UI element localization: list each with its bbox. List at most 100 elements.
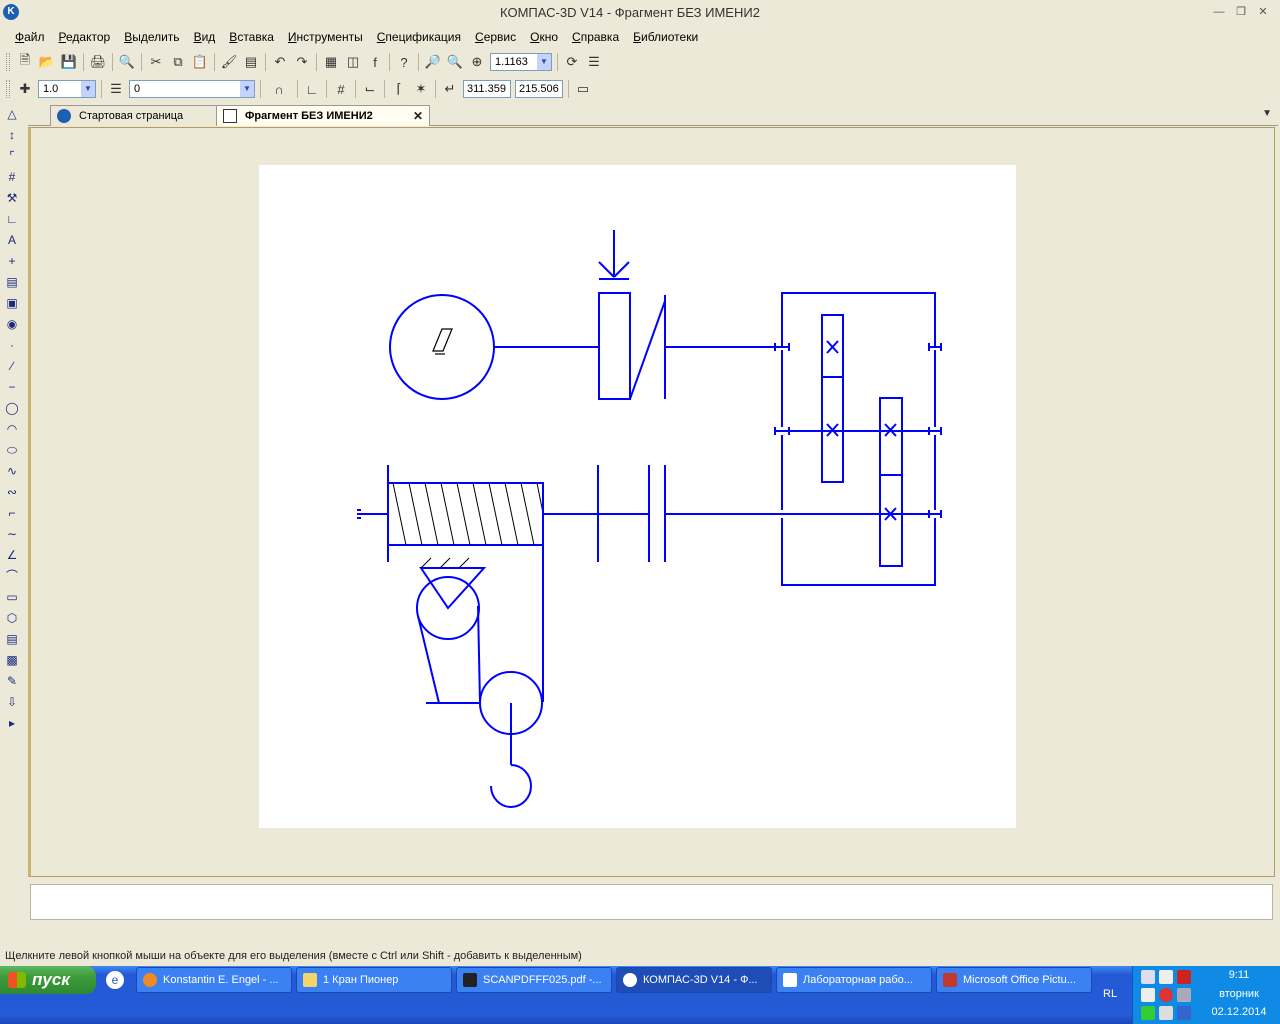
refresh-icon[interactable]: ⟳ [561,52,583,72]
snap-step-icon[interactable]: ✚ [14,79,36,99]
chevron-down-icon[interactable]: ▼ [81,81,95,97]
restore-button[interactable]: ❐ [1232,5,1250,21]
rectangle-icon[interactable]: ▭ [2,587,22,608]
close-icon[interactable]: ✕ [413,106,423,126]
start-button[interactable]: пуск [0,966,96,994]
spec-icon[interactable]: + [2,251,22,272]
language-indicator[interactable]: RL [1103,988,1117,1000]
fill-icon[interactable]: ▩ [2,650,22,671]
menu-insert[interactable]: Вставка [222,28,281,48]
nurbs-icon[interactable]: ∾ [2,482,22,503]
layers-icon[interactable]: ☰ [583,52,605,72]
snap-magnet-icon[interactable]: ∩ [264,79,294,99]
contour-icon[interactable]: ⇩ [2,692,22,713]
zoom-in-icon[interactable]: ⊕ [466,52,488,72]
help-pointer-icon[interactable]: ? [393,52,415,72]
equidistant-icon[interactable]: ✎ [2,671,22,692]
manager-icon[interactable]: ▦ [320,52,342,72]
properties-panel[interactable] [30,884,1273,920]
layer-combo[interactable]: 0 ▼ [129,80,255,98]
menu-editor[interactable]: Редактор [52,28,118,48]
drawing-canvas[interactable] [28,127,1275,877]
update-icon[interactable] [1141,1006,1155,1020]
clock-time[interactable]: 9:11 [1197,969,1280,981]
toolbar-grip[interactable] [6,53,10,71]
snap-toggle-icon[interactable]: ✶ [410,79,432,99]
chevron-down-icon[interactable]: ▼ [240,81,254,97]
tree-icon[interactable]: ◫ [342,52,364,72]
properties-icon[interactable]: ▤ [240,52,262,72]
bezier-icon[interactable]: ∼ [2,524,22,545]
insert-icon[interactable]: ▣ [2,293,22,314]
volume-icon[interactable] [1159,1006,1173,1020]
toolbar-grip[interactable] [6,80,10,98]
print-icon[interactable]: 🖨 [87,52,109,72]
menu-libraries[interactable]: Библиотеки [626,28,705,48]
drawing-sheet[interactable] [259,165,1016,828]
settings-icon[interactable] [1177,988,1191,1002]
select-icon[interactable]: A [2,230,22,251]
ortho-icon[interactable]: ∟ [301,79,323,99]
reports-icon[interactable]: ▤ [2,272,22,293]
step-combo[interactable]: 1.0 ▼ [38,80,96,98]
ie-quicklaunch-icon[interactable]: e [106,971,124,989]
expand-panel-icon[interactable]: ▸ [2,713,22,734]
arc-icon[interactable]: ◠ [2,419,22,440]
cut-icon[interactable]: ✂ [145,52,167,72]
coord-x-field[interactable]: 311.359 [463,80,511,98]
new-document-icon[interactable]: 🗎 [14,52,36,72]
open-icon[interactable]: 📂 [36,52,58,72]
zoom-all-icon[interactable]: 🔍 [444,52,466,72]
network-icon[interactable] [1141,970,1155,984]
aux-line-icon[interactable]: ∕ [2,356,22,377]
zoom-window-icon[interactable]: 🔎 [422,52,444,72]
antivirus-icon[interactable] [1177,970,1191,984]
menu-window[interactable]: Окно [523,28,565,48]
eraser-icon[interactable]: ▭ [572,79,594,99]
chevron-down-icon[interactable]: ▼ [537,54,551,70]
layer-icon[interactable]: ☰ [105,79,127,99]
security-icon[interactable] [1159,988,1173,1002]
polygon-icon[interactable]: ⬡ [2,608,22,629]
designations-icon[interactable]: ⌜ [2,146,22,167]
undo-icon[interactable]: ↶ [269,52,291,72]
copy-icon[interactable]: ⧉ [167,52,189,72]
menu-file[interactable]: Файл [8,28,52,48]
close-button[interactable]: ✕ [1254,5,1272,21]
grid-icon[interactable]: # [330,79,352,99]
menu-select[interactable]: Выделить [117,28,186,48]
hatch-icon[interactable]: ▤ [2,629,22,650]
taskbar-item-kompas[interactable]: КОМПАС-3D V14 - Ф... [616,967,772,993]
print-preview-icon[interactable]: 🔍 [116,52,138,72]
local-cs-icon[interactable]: ⌙ [359,79,381,99]
zoom-combo[interactable]: 1.1163 ▼ [490,53,552,71]
menu-help[interactable]: Справка [565,28,626,48]
redo-icon[interactable]: ↷ [291,52,313,72]
device-icon[interactable] [1141,988,1155,1002]
menu-specification[interactable]: Спецификация [370,28,468,48]
geometry-icon[interactable]: △ [2,104,22,125]
taskbar-item-browser[interactable]: Konstantin E. Engel - ... [136,967,292,993]
parametrization-icon[interactable]: ⚒ [2,188,22,209]
dimensions-icon[interactable]: ↕ [2,125,22,146]
spline-icon[interactable]: ∿ [2,461,22,482]
variables-icon[interactable]: f [364,52,386,72]
minimize-button[interactable]: — [1210,5,1228,21]
save-icon[interactable]: 💾 [58,52,80,72]
taskbar-item-word[interactable]: Лабораторная рабо... [776,967,932,993]
menu-service[interactable]: Сервис [468,28,523,48]
fillet-icon[interactable]: ⌒ [2,566,22,587]
chamfer-icon[interactable]: ∠ [2,545,22,566]
taskbar-item-folder[interactable]: 1 Кран Пионер [296,967,452,993]
display-icon[interactable] [1177,1006,1191,1020]
menu-tools[interactable]: Инструменты [281,28,370,48]
taskbar-item-picture-manager[interactable]: Microsoft Office Pictu... [936,967,1092,993]
paste-icon[interactable]: 📋 [189,52,211,72]
circle-icon[interactable]: ◯ [2,398,22,419]
menu-view[interactable]: Вид [187,28,223,48]
tab-start-page[interactable]: Стартовая страница [50,105,220,126]
ellipse-icon[interactable]: ⬭ [2,440,22,461]
coord-y-field[interactable]: 215.506 [515,80,563,98]
tabs-dropdown-icon[interactable]: ▼ [1262,108,1272,119]
edit-icon[interactable]: # [2,167,22,188]
